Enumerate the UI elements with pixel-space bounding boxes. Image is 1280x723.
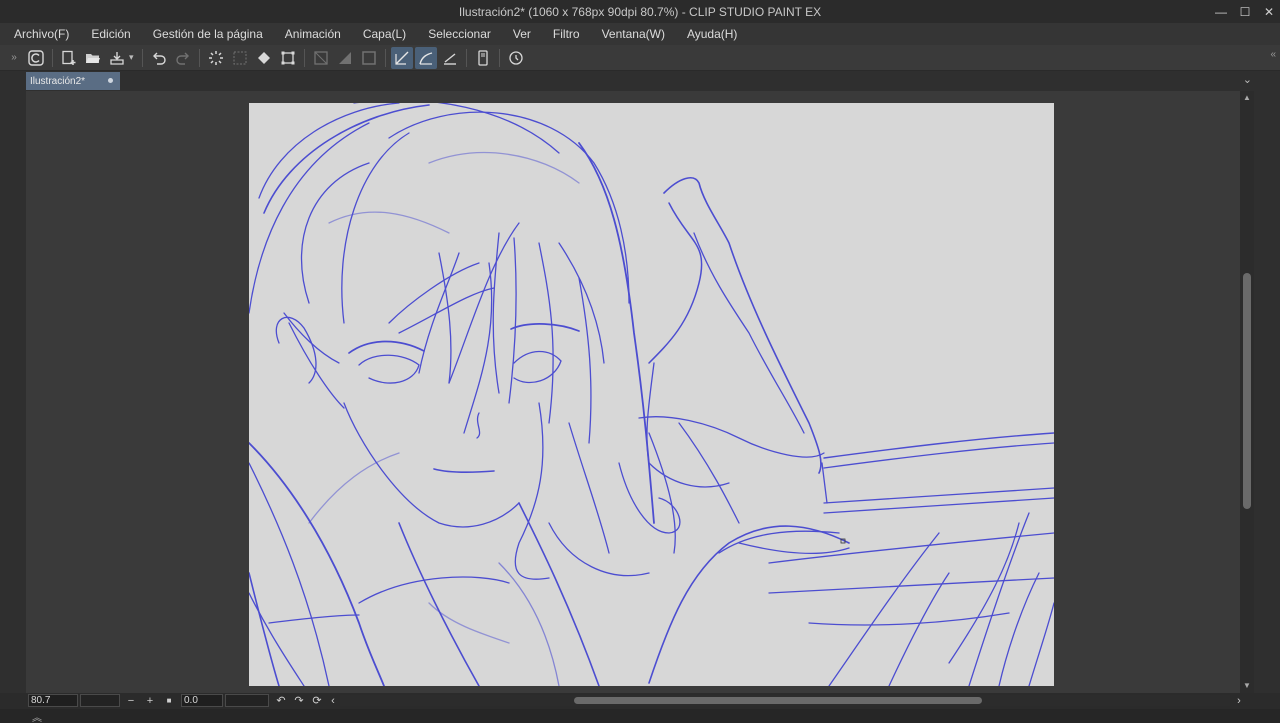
clip-studio-window: Ilustración2* (1060 x 768px 90dpi 80.7%)… — [0, 0, 1280, 723]
expand-panel-icon[interactable]: ︽ — [32, 709, 42, 723]
frame-icon[interactable] — [358, 47, 380, 69]
zoom-slider[interactable] — [80, 694, 120, 707]
rotation-input[interactable]: 0.0 — [181, 694, 223, 707]
menu-filtro[interactable]: Filtro — [553, 27, 580, 41]
open-folder-icon[interactable] — [82, 47, 104, 69]
menu-gestion-pagina[interactable]: Gestión de la página — [153, 27, 263, 41]
scroll-right-icon[interactable]: › — [1232, 693, 1246, 709]
selection-icon[interactable] — [229, 47, 251, 69]
canvas-navigation-bar: 80.7 − + ■ 0.0 ↶ ↷ ⟳ ‹ › — [0, 693, 1280, 709]
menu-ayuda[interactable]: Ayuda(H) — [687, 27, 737, 41]
menu-bar: Archivo(F) Edición Gestión de la página … — [0, 23, 1280, 45]
snap-ruler-icon[interactable] — [390, 46, 413, 69]
scroll-down-icon[interactable]: ▼ — [1242, 681, 1252, 691]
zoom-out-button[interactable]: − — [124, 693, 138, 709]
menu-archivo[interactable]: Archivo(F) — [14, 27, 69, 41]
snap-special-icon[interactable] — [439, 47, 461, 69]
toolbar-divider — [303, 48, 305, 67]
scroll-up-icon[interactable]: ▲ — [1242, 93, 1252, 103]
zoom-input[interactable]: 80.7 — [28, 694, 78, 707]
undo-icon[interactable] — [148, 47, 170, 69]
settings-icon[interactable] — [505, 47, 527, 69]
menu-capa[interactable]: Capa(L) — [363, 27, 406, 41]
rotation-slider[interactable] — [225, 694, 269, 707]
toolbar-divider — [465, 48, 467, 67]
fit-window-button[interactable]: ■ — [162, 693, 176, 709]
horizontal-scrollbar[interactable] — [340, 695, 1230, 706]
zoom-in-button[interactable]: + — [143, 693, 157, 709]
window-controls: — ☐ ✕ — [1214, 0, 1276, 23]
menu-edicion[interactable]: Edición — [91, 27, 130, 41]
fill-icon[interactable] — [253, 47, 275, 69]
tab-label: Ilustración2* — [30, 75, 86, 87]
toolbar-divider — [141, 48, 143, 67]
toolbar-divider — [52, 48, 53, 67]
save-icon[interactable] — [106, 47, 128, 69]
minimize-button[interactable]: — — [1214, 5, 1228, 19]
collapse-left-icon[interactable]: » — [2, 52, 24, 63]
drawing-canvas[interactable] — [249, 103, 1054, 686]
title-bar: Ilustración2* (1060 x 768px 90dpi 80.7%)… — [0, 0, 1280, 23]
document-tab-bar: Ilustración2* ⌄ — [0, 71, 1280, 91]
menu-ventana[interactable]: Ventana(W) — [602, 27, 665, 41]
status-bar: ︽ — [0, 709, 1280, 723]
scroll-left-icon[interactable]: ‹ — [326, 693, 340, 709]
device-icon[interactable] — [472, 47, 494, 69]
clip-studio-icon[interactable] — [25, 47, 47, 69]
snap-curve-icon[interactable] — [414, 46, 437, 69]
transform-icon[interactable] — [277, 47, 299, 69]
command-bar: » ▾ « — [0, 45, 1280, 71]
menu-ver[interactable]: Ver — [513, 27, 531, 41]
chevron-down-icon[interactable]: ⌄ — [1243, 73, 1252, 86]
menu-animacion[interactable]: Animación — [285, 27, 341, 41]
toolbar-divider — [198, 48, 200, 67]
vertical-scroll-thumb[interactable] — [1243, 273, 1251, 509]
redo-icon[interactable] — [172, 47, 194, 69]
collapse-right-icon[interactable]: « — [1270, 49, 1275, 60]
new-canvas-icon[interactable] — [58, 47, 80, 69]
toolbar-divider — [384, 48, 386, 67]
crop-icon[interactable] — [310, 47, 332, 69]
shade-icon[interactable] — [334, 47, 356, 69]
chevron-down-icon[interactable]: ▾ — [129, 52, 134, 63]
loading-icon[interactable] — [205, 47, 227, 69]
toolbar-divider — [498, 48, 500, 67]
close-button[interactable]: ✕ — [1262, 5, 1276, 19]
vertical-scrollbar[interactable]: ▲ ▼ — [1240, 91, 1254, 693]
maximize-button[interactable]: ☐ — [1238, 5, 1252, 19]
unsaved-dot-icon[interactable] — [108, 78, 113, 83]
tab-ilustracion2[interactable]: Ilustración2* — [26, 72, 120, 90]
horizontal-scroll-thumb[interactable] — [574, 697, 982, 704]
window-title: Ilustración2* (1060 x 768px 90dpi 80.7%)… — [458, 4, 822, 19]
rotate-right-button[interactable]: ↷ — [292, 693, 306, 709]
reset-rotation-button[interactable]: ⟳ — [310, 693, 324, 709]
menu-seleccionar[interactable]: Seleccionar — [428, 27, 491, 41]
canvas-area[interactable] — [26, 91, 1240, 693]
sketch-layer — [249, 103, 1054, 686]
rotate-left-button[interactable]: ↶ — [274, 693, 288, 709]
